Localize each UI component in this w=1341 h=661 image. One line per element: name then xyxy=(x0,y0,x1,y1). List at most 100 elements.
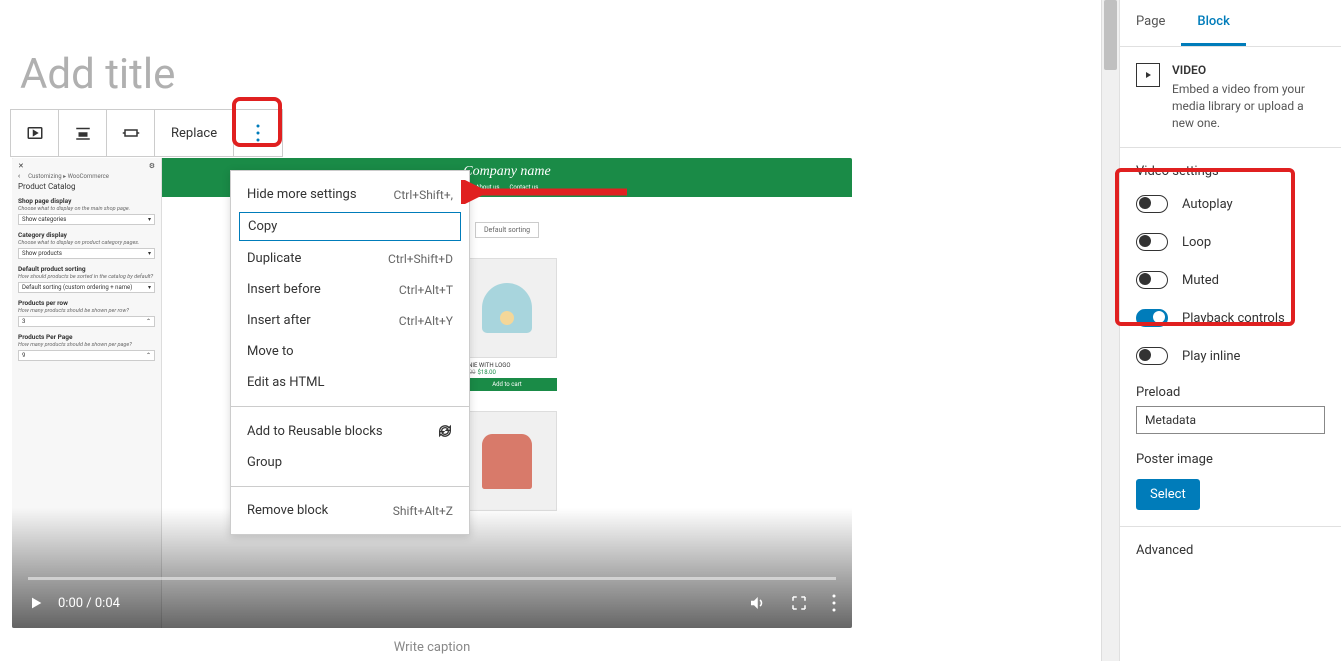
nav-item: About us xyxy=(476,184,500,191)
menu-edit-html[interactable]: Edit as HTML xyxy=(231,367,469,398)
menu-label: Insert after xyxy=(247,313,311,328)
poster-label: Poster image xyxy=(1136,452,1325,467)
align-wide-button[interactable] xyxy=(107,110,155,156)
menu-shortcut: Ctrl+Alt+T xyxy=(399,283,453,297)
play-icon[interactable] xyxy=(28,595,44,611)
toggle-loop[interactable] xyxy=(1136,233,1168,251)
video-time: 0:00 / 0:04 xyxy=(58,596,120,611)
page-title-placeholder[interactable]: Add title xyxy=(20,50,1091,99)
block-inspector: Page Block VIDEO Embed a video from your… xyxy=(1119,0,1341,661)
more-options-button[interactable] xyxy=(234,110,282,156)
toggle-play-inline-row: Play inline xyxy=(1136,347,1325,365)
menu-label: Hide more settings xyxy=(247,187,357,202)
block-toolbar: Replace xyxy=(10,109,283,157)
align-button[interactable] xyxy=(59,110,107,156)
editor-scrollbar[interactable] xyxy=(1101,0,1119,661)
align-wide-icon xyxy=(121,124,141,142)
field-help: How many products should be shown per pa… xyxy=(18,342,155,348)
toggle-label: Autoplay xyxy=(1182,197,1233,212)
product-image: Sale! xyxy=(457,411,557,511)
menu-label: Copy xyxy=(248,219,277,234)
fullscreen-icon[interactable] xyxy=(790,594,808,612)
toggle-loop-row: Loop xyxy=(1136,233,1325,251)
field-help: Choose what to display on the main shop … xyxy=(18,206,155,212)
menu-add-reusable[interactable]: Add to Reusable blocks xyxy=(231,415,469,447)
more-vertical-icon[interactable] xyxy=(832,594,836,612)
toggle-play-inline[interactable] xyxy=(1136,347,1168,365)
menu-label: Insert before xyxy=(247,282,321,297)
block-type-button[interactable] xyxy=(11,110,59,156)
menu-insert-before[interactable]: Insert before Ctrl+Alt+T xyxy=(231,274,469,305)
toggle-muted-row: Muted xyxy=(1136,271,1325,289)
menu-group[interactable]: Group xyxy=(231,447,469,478)
menu-move-to[interactable]: Move to xyxy=(231,336,469,367)
menu-label: Duplicate xyxy=(247,251,301,266)
video-icon xyxy=(1136,63,1160,87)
block-options-menu: Hide more settings Ctrl+Shift+, Copy Dup… xyxy=(230,170,470,535)
field-label: Shop page display xyxy=(18,197,155,205)
chevron-left-icon: ‹ xyxy=(18,172,20,180)
toggle-playback-controls-row: Playback controls xyxy=(1136,309,1325,327)
toggle-playback-controls[interactable] xyxy=(1136,309,1168,327)
editor-canvas: Add title Replace Hide more settings Ctr… xyxy=(0,0,1101,661)
toggle-autoplay[interactable] xyxy=(1136,195,1168,213)
menu-label: Group xyxy=(247,455,282,470)
breadcrumb: Customizing ▸ WooCommerce xyxy=(28,173,109,180)
customizer-sidebar-preview: ✕⚙ ‹Customizing ▸ WooCommerce Product Ca… xyxy=(12,158,162,628)
menu-hide-more-settings[interactable]: Hide more settings Ctrl+Shift+, xyxy=(231,179,469,210)
scrollbar-thumb[interactable] xyxy=(1104,0,1117,70)
panel-title: Video settings xyxy=(1136,164,1325,179)
poster-select-button[interactable]: Select xyxy=(1136,479,1200,510)
menu-label: Remove block xyxy=(247,503,328,518)
align-center-icon xyxy=(74,124,92,142)
select-value: Metadata xyxy=(1145,413,1196,427)
field-help: Choose what to display on product catego… xyxy=(18,240,155,246)
hoodie-icon xyxy=(482,434,532,489)
nav-item: Contact us xyxy=(510,184,539,191)
block-description: VIDEO Embed a video from your media libr… xyxy=(1120,47,1341,148)
number-input: 3⌃ xyxy=(18,316,155,327)
product-card: Sale! BEANIE WITH LOGO $20.00$18.00 Add … xyxy=(457,258,557,391)
menu-copy[interactable]: Copy xyxy=(239,212,461,241)
field-label: Category display xyxy=(18,231,155,239)
block-type-label: VIDEO xyxy=(1172,63,1325,77)
replace-button[interactable]: Replace xyxy=(155,110,234,156)
add-to-cart-button: Add to cart xyxy=(457,378,557,391)
toggle-autoplay-row: Autoplay xyxy=(1136,195,1325,213)
preload-select[interactable]: Metadata xyxy=(1136,406,1325,434)
back-icon: ✕ xyxy=(18,162,24,170)
section-title: Product Catalog xyxy=(18,182,155,191)
menu-label: Move to xyxy=(247,344,294,359)
toggle-label: Loop xyxy=(1182,235,1211,250)
menu-shortcut: Ctrl+Shift+D xyxy=(388,252,453,266)
product-image: Sale! xyxy=(457,258,557,358)
tab-page[interactable]: Page xyxy=(1120,0,1181,46)
menu-insert-after[interactable]: Insert after Ctrl+Alt+Y xyxy=(231,305,469,336)
video-controls: 0:00 / 0:04 xyxy=(12,578,852,628)
field-label: Products per row xyxy=(18,299,155,307)
volume-icon[interactable] xyxy=(748,594,766,612)
beanie-icon xyxy=(482,283,532,333)
select: Default sorting (custom ordering + name)… xyxy=(18,282,155,293)
toggle-label: Play inline xyxy=(1182,349,1240,364)
menu-remove-block[interactable]: Remove block Shift+Alt+Z xyxy=(231,495,469,526)
block-type-description: Embed a video from your media library or… xyxy=(1172,81,1325,131)
video-caption-placeholder[interactable]: Write caption xyxy=(12,640,852,655)
reusable-icon xyxy=(437,423,453,439)
number-input: 9⌃ xyxy=(18,350,155,361)
advanced-panel-toggle[interactable]: Advanced xyxy=(1120,527,1341,574)
menu-shortcut: Ctrl+Alt+Y xyxy=(399,314,453,328)
menu-label: Add to Reusable blocks xyxy=(247,424,383,439)
video-block-icon xyxy=(26,124,44,142)
more-vertical-icon xyxy=(256,124,260,142)
field-label: Default product sorting xyxy=(18,265,155,273)
field-help: How should products be sorted in the cat… xyxy=(18,274,155,280)
tab-block[interactable]: Block xyxy=(1181,0,1245,46)
product-price: $20.00$18.00 xyxy=(457,369,557,376)
select: Show categories▾ xyxy=(18,214,155,225)
toggle-muted[interactable] xyxy=(1136,271,1168,289)
preload-label: Preload xyxy=(1136,385,1325,400)
toggle-label: Muted xyxy=(1182,273,1219,288)
menu-shortcut: Ctrl+Shift+, xyxy=(394,188,453,202)
menu-duplicate[interactable]: Duplicate Ctrl+Shift+D xyxy=(231,243,469,274)
